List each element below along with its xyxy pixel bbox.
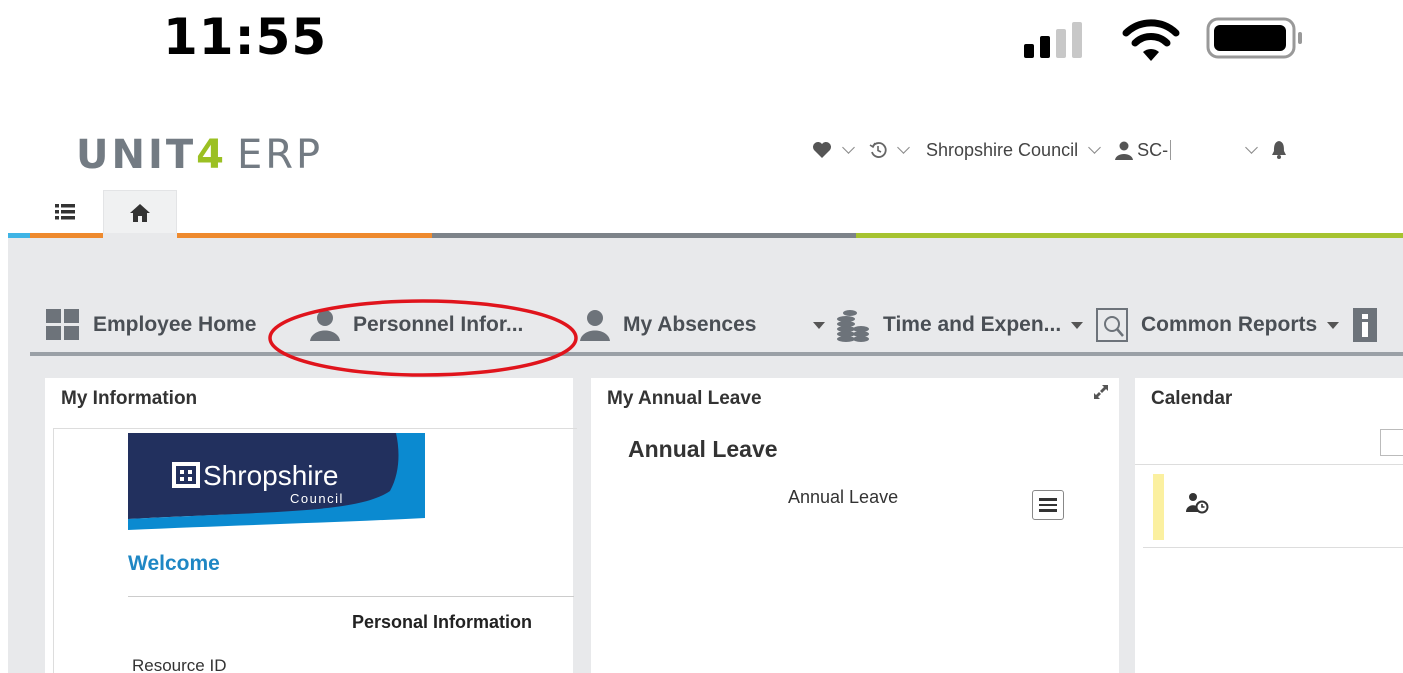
menu-more-info[interactable] (1353, 300, 1377, 350)
person-icon (580, 310, 610, 341)
list-icon (55, 204, 75, 220)
heart-icon (813, 142, 831, 158)
unit4-erp-logo[interactable]: UNIT4 ERP (76, 132, 323, 178)
annual-leave-heading: Annual Leave (628, 436, 778, 462)
personal-information-heading: Personal Information (352, 612, 533, 632)
coins-icon (837, 310, 869, 342)
bell-icon[interactable] (1270, 140, 1288, 160)
banner-text: Shropshire (203, 460, 338, 491)
menu-time-and-expenses[interactable]: Time and Expen... (836, 300, 1084, 350)
annual-leave-chart-title: Annual Leave (788, 487, 899, 507)
hamburger-line (1039, 498, 1057, 501)
header-toolbar: Shropshire Council SC- (812, 136, 1288, 164)
my-annual-leave-panel: My Annual Leave Annual Leave Annual Leav… (591, 378, 1119, 673)
chart-menu-button[interactable] (1032, 490, 1064, 520)
my-information-panel: My Information Shropshire Council Welcom… (45, 378, 577, 673)
dropdown-arrow-icon (1071, 321, 1084, 329)
tab-list[interactable] (38, 190, 92, 234)
calendar-view-button[interactable] (1380, 429, 1403, 456)
battery-icon (1206, 17, 1302, 59)
hamburger-line (1039, 503, 1057, 507)
chevron-down-icon (842, 141, 855, 154)
favorites-menu[interactable] (812, 141, 863, 159)
dropdown-arrow-icon (1327, 321, 1340, 329)
event-color-bar (1153, 474, 1164, 540)
menu-my-absences[interactable]: My Absences (580, 300, 826, 350)
menu-personnel-information[interactable]: Personnel Infor... (310, 300, 523, 350)
expand-icon[interactable] (1093, 384, 1109, 400)
panel-title: Calendar (1151, 388, 1233, 409)
chevron-down-icon (1245, 141, 1258, 154)
company-selector[interactable]: Shropshire Council (926, 140, 1109, 161)
menu-employee-home[interactable]: Employee Home (46, 300, 256, 350)
app-header: UNIT4 ERP Shropshire Council SC- (0, 100, 1403, 190)
info-icon (1353, 308, 1377, 342)
chevron-down-icon (897, 141, 910, 154)
user-id: SC- (1137, 139, 1169, 160)
menu-common-reports[interactable]: Common Reports (1096, 300, 1340, 350)
absence-person-clock-icon (1186, 493, 1209, 514)
person-icon (310, 310, 340, 341)
panel-title: My Annual Leave (607, 388, 762, 409)
banner-subtext: Council (290, 491, 344, 506)
resource-id-label: Resource ID (132, 656, 227, 673)
user-menu[interactable]: SC- (1113, 140, 1266, 161)
user-icon (1115, 141, 1134, 160)
calendar-event[interactable] (1143, 464, 1403, 548)
history-icon (869, 142, 887, 158)
phone-status-bar: 11:55 (0, 0, 1403, 80)
menu-bar-underline (30, 352, 1403, 356)
chevron-down-icon (1088, 141, 1101, 154)
shropshire-council-banner: Shropshire Council (128, 433, 425, 530)
company-name: Shropshire Council (926, 139, 1079, 160)
tab-home[interactable] (103, 190, 177, 234)
cellular-signal-icon (1024, 22, 1082, 58)
user-id-redacted (1170, 140, 1172, 160)
home-icon (130, 203, 150, 222)
calendar-panel: Calendar (1135, 378, 1403, 673)
report-search-icon (1096, 308, 1128, 342)
welcome-heading: Welcome (128, 552, 220, 575)
status-time: 11:55 (163, 8, 328, 66)
history-menu[interactable] (869, 141, 918, 159)
wifi-icon (1122, 19, 1180, 61)
employee-menu-bar: Employee Home Personnel Infor... My Abse… (30, 300, 1403, 356)
divider (128, 596, 574, 597)
grid-icon (46, 309, 79, 340)
hamburger-line (1039, 509, 1057, 512)
panel-title: My Information (61, 388, 198, 409)
dropdown-arrow-icon (813, 321, 826, 329)
